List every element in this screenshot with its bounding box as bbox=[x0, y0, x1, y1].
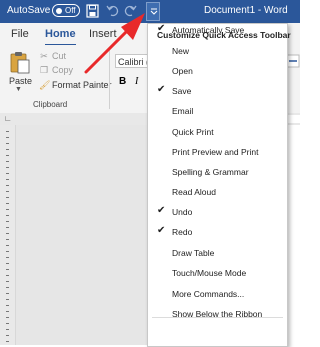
menu-item-label: Undo bbox=[172, 207, 193, 217]
menu-item-quick-print[interactable]: Quick Print bbox=[148, 123, 287, 141]
menu-item-label: Touch/Mouse Mode bbox=[172, 268, 247, 278]
menu-item-label: Automatically Save bbox=[172, 25, 245, 35]
menu-item-touch-mouse-mode[interactable]: Touch/Mouse Mode bbox=[148, 264, 287, 282]
menu-item-label: Save bbox=[172, 86, 192, 96]
menu-item-undo[interactable]: ✔ Undo bbox=[148, 203, 287, 221]
menu-item-label: New bbox=[172, 46, 190, 56]
menu-item-email[interactable]: Email bbox=[148, 102, 287, 120]
menu-item-label: Quick Print bbox=[172, 127, 214, 137]
menu-item-label: Open bbox=[172, 66, 193, 76]
menu-item-label: More Commands... bbox=[172, 289, 245, 299]
menu-item-label: Spelling & Grammar bbox=[172, 167, 249, 177]
menu-item-show-below-ribbon[interactable]: Show Below the Ribbon bbox=[148, 305, 287, 323]
menu-item-label: Print Preview and Print bbox=[172, 147, 259, 157]
customize-qat-menu: Customize Quick Access Toolbar ✔ Automati… bbox=[147, 21, 291, 347]
menu-item-redo[interactable]: ✔ Redo bbox=[148, 223, 287, 241]
menu-item-label: Email bbox=[172, 106, 194, 116]
menu-item-open[interactable]: Open bbox=[148, 62, 287, 80]
menu-item-new[interactable]: New bbox=[148, 42, 287, 60]
checkmark-icon: ✔ bbox=[157, 84, 166, 95]
menu-item-spelling-grammar[interactable]: Spelling & Grammar bbox=[148, 163, 287, 181]
checkmark-icon: ✔ bbox=[157, 23, 166, 34]
menu-item-automatically-save[interactable]: ✔ Automatically Save bbox=[148, 21, 287, 39]
menu-item-label: Draw Table bbox=[172, 248, 215, 258]
checkmark-icon: ✔ bbox=[157, 225, 166, 236]
menu-item-draw-table[interactable]: Draw Table bbox=[148, 244, 287, 262]
menu-item-print-preview[interactable]: Print Preview and Print bbox=[148, 143, 287, 161]
menu-item-save[interactable]: ✔ Save bbox=[148, 82, 287, 100]
menu-item-label: Read Aloud bbox=[172, 187, 216, 197]
menu-separator bbox=[152, 317, 283, 318]
menu-item-more-commands[interactable]: More Commands... bbox=[148, 285, 287, 303]
menu-item-read-aloud[interactable]: Read Aloud bbox=[148, 183, 287, 201]
menu-item-label: Redo bbox=[172, 227, 193, 237]
checkmark-icon: ✔ bbox=[157, 205, 166, 216]
